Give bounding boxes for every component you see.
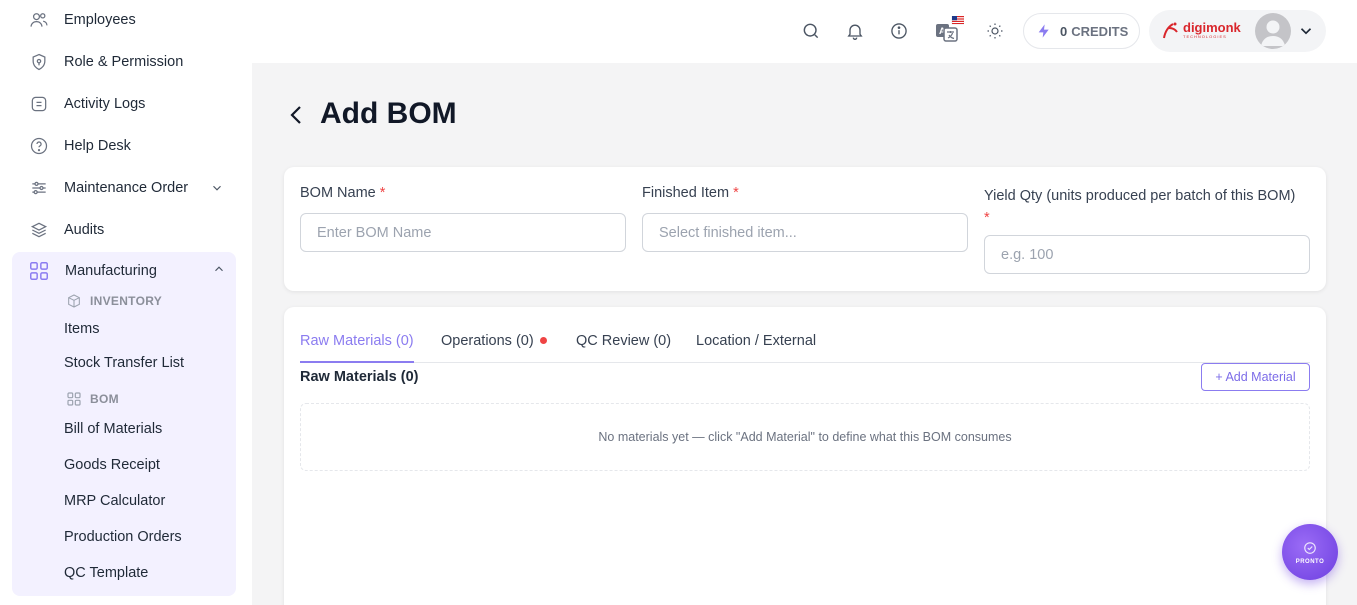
- credits-value: 0: [1060, 23, 1068, 39]
- sidebar: Employees Role & Permission Activity Log…: [0, 0, 252, 605]
- bom-name-label: BOM Name *: [300, 185, 386, 201]
- chevron-down-icon[interactable]: [210, 181, 224, 195]
- bom-details-card: BOM Name * Enter BOM Name Finished Item …: [284, 167, 1326, 291]
- chevron-down-icon[interactable]: [1297, 22, 1315, 40]
- sparkle-icon: [1301, 539, 1319, 557]
- sidebar-item-qc-template[interactable]: QC Template: [64, 565, 148, 581]
- layers-icon: [28, 219, 50, 241]
- sidebar-item-mrp-calculator[interactable]: MRP Calculator: [64, 493, 165, 509]
- grid-icon: [66, 391, 82, 407]
- digimonk-mark-icon: [1163, 22, 1178, 39]
- tab-location-external[interactable]: Location / External: [696, 333, 816, 363]
- section-title: Raw Materials (0): [300, 369, 419, 385]
- sidebar-item-label: Help Desk: [64, 138, 131, 154]
- bolt-icon: [1036, 23, 1052, 39]
- chevron-up-icon[interactable]: [212, 262, 226, 276]
- sliders-icon: [28, 177, 50, 199]
- credits-button[interactable]: 0 CREDITS: [1023, 13, 1140, 49]
- back-arrow-icon[interactable]: [288, 103, 306, 127]
- sidebar-item-label: Audits: [64, 222, 105, 238]
- sidebar-item-help-desk[interactable]: Help Desk: [28, 134, 131, 158]
- sidebar-item-bill-of-materials[interactable]: Bill of Materials: [64, 421, 162, 437]
- inventory-heading: INVENTORY: [66, 293, 162, 309]
- bell-icon[interactable]: [844, 20, 866, 42]
- finished-item-label: Finished Item *: [642, 185, 739, 201]
- sidebar-item-activity-logs[interactable]: Activity Logs: [28, 92, 145, 116]
- sidebar-item-label: Manufacturing: [65, 263, 157, 279]
- shield-icon: [28, 51, 50, 73]
- box-icon: [66, 293, 82, 309]
- info-icon[interactable]: [888, 20, 910, 42]
- sidebar-item-goods-receipt[interactable]: Goods Receipt: [64, 457, 160, 473]
- search-icon[interactable]: [800, 20, 822, 42]
- translate-icon[interactable]: A: [934, 16, 964, 44]
- sidebar-item-role-permission[interactable]: Role & Permission: [28, 50, 183, 74]
- tab-operations[interactable]: Operations (0): [441, 333, 547, 363]
- bom-name-input[interactable]: Enter BOM Name: [300, 213, 626, 252]
- sidebar-item-label: Role & Permission: [64, 54, 184, 70]
- avatar[interactable]: [1255, 13, 1291, 49]
- sidebar-item-label: Maintenance Order: [64, 180, 189, 196]
- manufacturing-group: Manufacturing INVENTORY Items Stock Tran…: [12, 252, 236, 596]
- sidebar-item-label: Employees: [64, 12, 136, 28]
- add-material-button[interactable]: + Add Material: [1201, 363, 1310, 391]
- grid-icon: [28, 260, 50, 282]
- yield-qty-input[interactable]: e.g. 100: [984, 235, 1310, 274]
- finished-item-select[interactable]: Select finished item...: [642, 213, 968, 252]
- tab-qc-review[interactable]: QC Review (0): [576, 333, 671, 363]
- tab-raw-materials[interactable]: Raw Materials (0): [300, 333, 414, 363]
- sun-icon[interactable]: [984, 20, 1006, 42]
- credits-label: CREDITS: [1071, 23, 1129, 39]
- sidebar-item-employees[interactable]: Employees: [28, 8, 136, 32]
- bom-heading: BOM: [66, 391, 119, 407]
- page-title: Add BOM: [320, 97, 457, 130]
- components-card: Raw Materials (0) Operations (0) QC Revi…: [284, 307, 1326, 605]
- sidebar-item-label: Activity Logs: [64, 96, 146, 112]
- sidebar-item-items[interactable]: Items: [64, 321, 99, 337]
- list-icon: [28, 93, 50, 115]
- brand-logo: digimonk TECHNOLOGIES: [1161, 20, 1241, 40]
- alert-dot: [539, 336, 547, 344]
- main-content: Add BOM BOM Name * Enter BOM Name Finish…: [252, 63, 1357, 605]
- fab-label: PRONTO: [1295, 559, 1325, 565]
- empty-state: No materials yet — click "Add Material" …: [300, 403, 1310, 471]
- pronto-assistant-button[interactable]: PRONTO: [1282, 524, 1338, 580]
- sidebar-item-manufacturing[interactable]: Manufacturing: [28, 260, 223, 282]
- sidebar-item-stock-transfer-list[interactable]: Stock Transfer List: [64, 355, 184, 371]
- help-circle-icon: [28, 135, 50, 157]
- tabs: Raw Materials (0) Operations (0) QC Revi…: [300, 333, 1310, 363]
- topbar: A 0 CREDITS digimonk TECHNOLOGIES: [252, 0, 1357, 63]
- profile-menu[interactable]: digimonk TECHNOLOGIES: [1149, 10, 1326, 52]
- sidebar-item-maintenance-order[interactable]: Maintenance Order: [28, 176, 238, 200]
- yield-qty-label: Yield Qty (units produced per batch of t…: [984, 188, 1296, 226]
- users-icon: [28, 9, 50, 31]
- sidebar-item-production-orders[interactable]: Production Orders: [64, 529, 182, 545]
- sidebar-item-audits[interactable]: Audits: [28, 218, 104, 242]
